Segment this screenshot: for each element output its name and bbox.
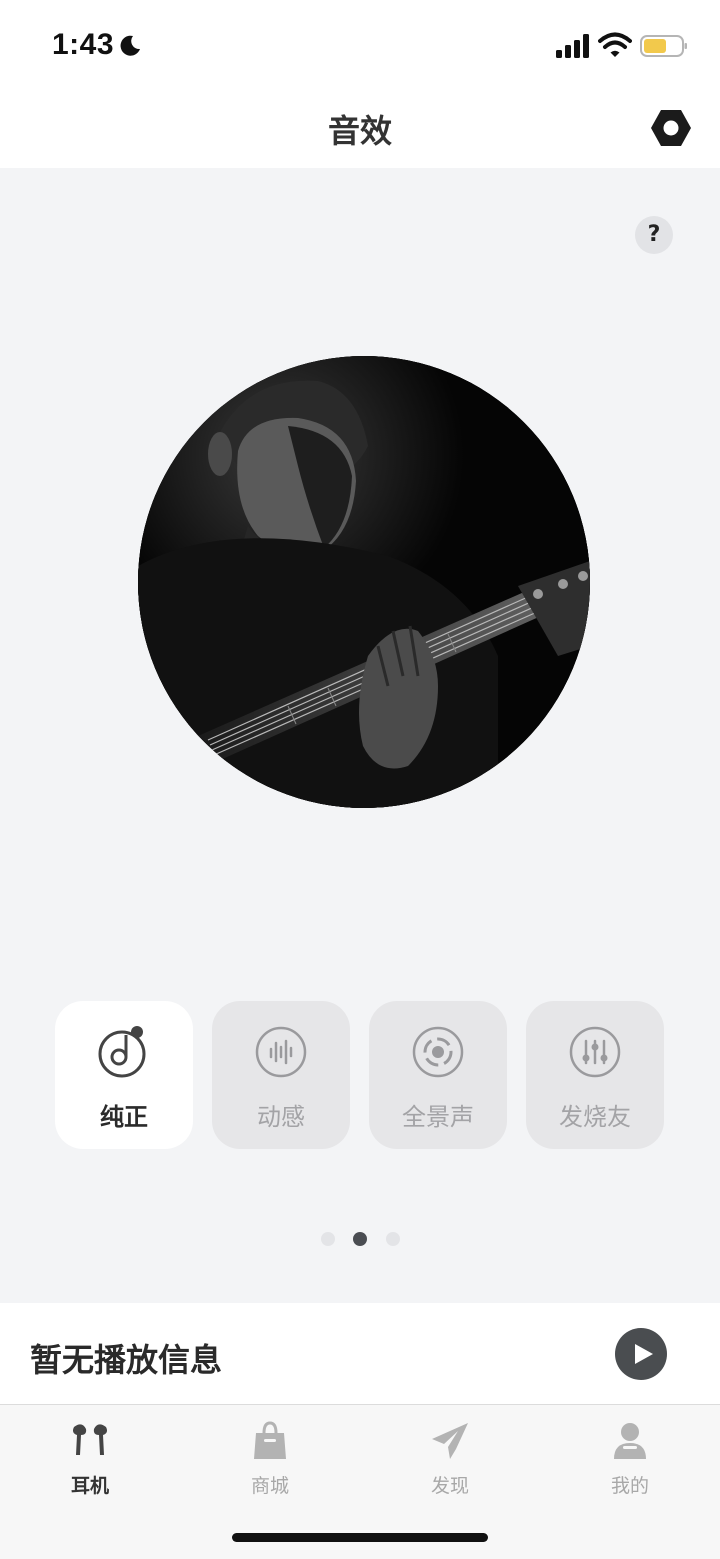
status-time: 1:43 bbox=[52, 28, 115, 61]
sound-mode-selector: 纯正 动感 全景声 发烧友 bbox=[55, 1001, 667, 1149]
sound-mode-label: 发烧友 bbox=[559, 1103, 631, 1131]
now-playing-text: 暂无播放信息 bbox=[30, 1341, 223, 1379]
waveform-icon bbox=[255, 1026, 307, 1078]
page-dot-1[interactable] bbox=[321, 1232, 335, 1246]
tab-discover[interactable]: 发现 bbox=[360, 1405, 540, 1515]
play-icon bbox=[635, 1344, 653, 1364]
tab-label: 发现 bbox=[430, 1475, 469, 1497]
now-playing-bar: 暂无播放信息 bbox=[0, 1303, 720, 1404]
music-note-icon bbox=[98, 1026, 146, 1078]
sound-mode-audiophile[interactable]: 发烧友 bbox=[526, 1001, 664, 1149]
play-button[interactable] bbox=[615, 1328, 667, 1380]
sound-mode-dynamic[interactable]: 动感 bbox=[212, 1001, 350, 1149]
guitarist-photo bbox=[138, 356, 590, 808]
sound-mode-label: 全景声 bbox=[402, 1103, 474, 1131]
user-icon bbox=[614, 1423, 646, 1459]
page-title: 音效 bbox=[327, 112, 392, 150]
paper-plane-icon bbox=[432, 1423, 468, 1459]
sound-mode-surround[interactable]: 全景声 bbox=[369, 1001, 507, 1149]
home-indicator[interactable] bbox=[232, 1533, 488, 1542]
tab-earbuds[interactable]: 耳机 bbox=[0, 1405, 180, 1515]
page-dot-3[interactable] bbox=[386, 1232, 400, 1246]
shopping-bag-icon bbox=[254, 1421, 286, 1459]
page-indicator bbox=[0, 1230, 720, 1248]
nav-bar: 音效 bbox=[0, 90, 720, 168]
surround-icon bbox=[412, 1026, 464, 1078]
sound-mode-label: 纯正 bbox=[100, 1103, 148, 1131]
album-art bbox=[138, 356, 590, 808]
battery-icon bbox=[640, 35, 687, 57]
tab-store[interactable]: 商城 bbox=[180, 1405, 360, 1515]
moon-icon bbox=[120, 35, 140, 56]
tab-label: 我的 bbox=[610, 1475, 649, 1497]
sound-mode-pure[interactable]: 纯正 bbox=[55, 1001, 193, 1149]
equalizer-icon bbox=[569, 1026, 621, 1078]
settings-hex-icon[interactable] bbox=[650, 107, 692, 149]
tab-profile[interactable]: 我的 bbox=[540, 1405, 720, 1515]
tab-label: 商城 bbox=[250, 1475, 289, 1497]
page-dot-2[interactable] bbox=[353, 1232, 367, 1246]
wifi-icon bbox=[598, 32, 632, 57]
sound-mode-label: 动感 bbox=[257, 1103, 305, 1131]
status-bar: 1:43 bbox=[0, 0, 720, 90]
signal-icon bbox=[556, 34, 589, 58]
help-button[interactable]: ? bbox=[635, 216, 673, 254]
earbuds-icon bbox=[73, 1424, 107, 1455]
tab-label: 耳机 bbox=[70, 1475, 109, 1497]
